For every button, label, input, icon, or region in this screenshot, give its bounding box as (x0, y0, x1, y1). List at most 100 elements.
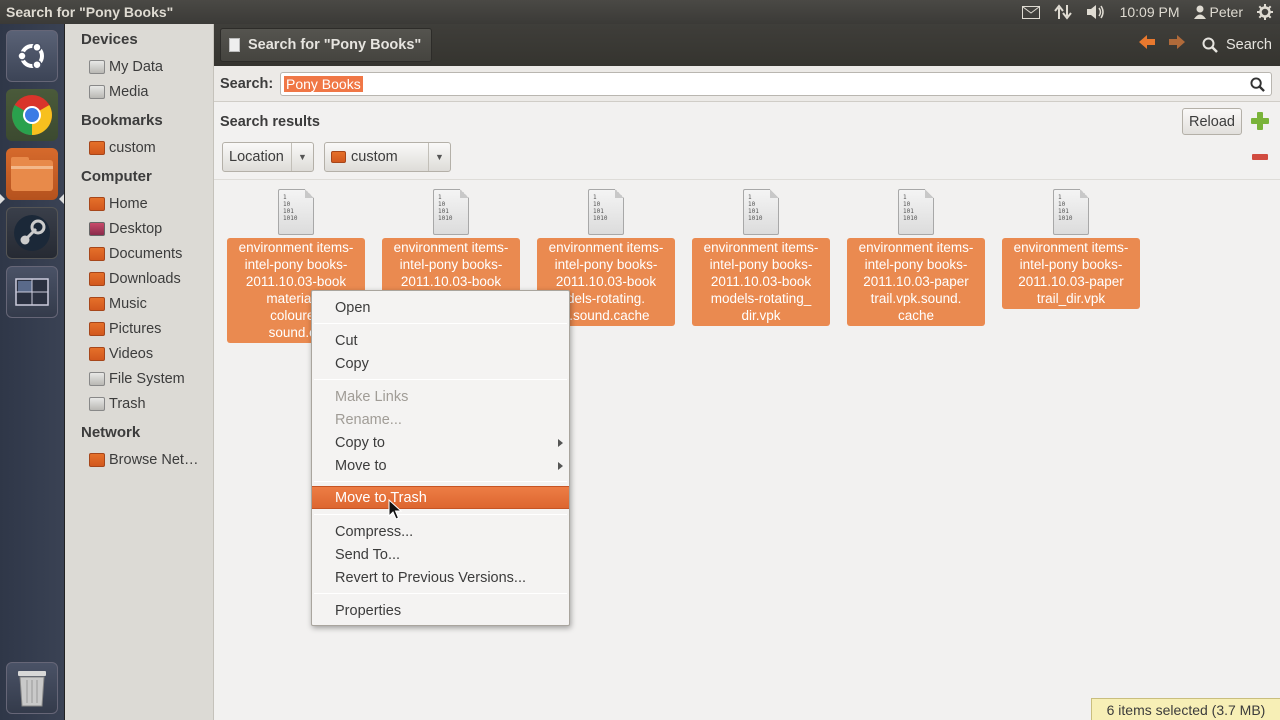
menu-item-revert[interactable]: Revert to Previous Versions... (312, 566, 569, 589)
menu-item-open[interactable]: Open (312, 296, 569, 319)
search-icon (1202, 37, 1218, 53)
location-value: custom (351, 149, 398, 165)
menu-separator (314, 379, 567, 380)
menu-item-properties[interactable]: Properties (312, 599, 569, 622)
mail-icon[interactable] (1015, 0, 1047, 24)
drive-icon (89, 60, 105, 74)
menu-separator (314, 514, 567, 515)
menu-item-cut[interactable]: Cut (312, 329, 569, 352)
sidebar-item-label: Desktop (109, 221, 163, 237)
menu-item-copy-to[interactable]: Copy to (312, 431, 569, 454)
search-results-title: Search results (220, 114, 320, 130)
menu-separator (314, 323, 567, 324)
search-label: Search: (220, 76, 274, 92)
mouse-pointer-icon (388, 499, 402, 520)
sidebar-item-file-system[interactable]: File System (89, 368, 213, 390)
music-folder-icon (89, 297, 105, 311)
menu-item-move-to[interactable]: Move to (312, 454, 569, 477)
sidebar-item-label: Music (109, 296, 147, 312)
menu-item-make-links: Make Links (335, 388, 409, 405)
sidebar-item-custom[interactable]: custom (89, 137, 213, 159)
workspace-switcher-icon[interactable] (6, 266, 58, 318)
back-arrow-icon[interactable] (1138, 34, 1156, 54)
file-item[interactable]: 1 10 101 1010 environment items-intel-pony … (691, 189, 831, 326)
trash-launcher-icon[interactable] (6, 662, 58, 714)
documents-folder-icon (89, 247, 105, 261)
clock[interactable]: 10:09 PM (1113, 0, 1187, 24)
sidebar-item-documents[interactable]: Documents (89, 243, 213, 265)
menu-item-compress[interactable]: Compress... (312, 520, 569, 543)
desktop-icon (89, 222, 105, 236)
sidebar-item-label: Downloads (109, 271, 181, 287)
menu-item-label: Move to (335, 457, 387, 474)
sidebar-item-label: My Data (109, 59, 163, 75)
binary-file-icon: 1 10 101 1010 (278, 189, 314, 235)
sidebar-item-label: File System (109, 371, 185, 387)
network-folder-icon (89, 453, 105, 467)
sidebar-item-my-data[interactable]: My Data (89, 56, 213, 78)
network-icon[interactable] (1047, 0, 1079, 24)
path-button-label: Search for "Pony Books" (248, 37, 422, 53)
sidebar-item-home[interactable]: Home (89, 193, 213, 215)
sidebar-item-label: Pictures (109, 321, 162, 337)
chrome-launcher-icon[interactable] (6, 89, 58, 141)
steam-launcher-icon[interactable] (6, 207, 58, 259)
menu-separator (314, 593, 567, 594)
menu-separator (314, 481, 567, 482)
sidebar-item-trash[interactable]: Trash (89, 393, 213, 415)
file-item[interactable]: 1 10 101 1010 environment items-intel-pony … (846, 189, 986, 326)
session-gear-icon[interactable] (1250, 0, 1280, 24)
menu-item-label: Copy to (335, 434, 385, 451)
context-menu: Open Cut Copy Make Links Rename... Copy … (311, 290, 570, 626)
add-criterion-icon[interactable] (1251, 112, 1269, 130)
files-launcher-icon[interactable] (6, 148, 58, 200)
folder-icon (331, 151, 346, 163)
sidebar-item-label: Browse Net… (109, 452, 199, 468)
menu-item-copy[interactable]: Copy (312, 352, 569, 375)
toolbar-search-button[interactable]: Search (1196, 28, 1280, 62)
binary-file-icon: 1 10 101 1010 (433, 189, 469, 235)
path-bar-button[interactable]: Search for "Pony Books" (220, 28, 433, 62)
sidebar-item-media[interactable]: Media (89, 81, 213, 103)
sidebar-item-desktop[interactable]: Desktop (89, 218, 213, 240)
focused-indicator (59, 194, 64, 204)
folder-icon (89, 141, 105, 155)
submenu-arrow-icon (558, 439, 563, 447)
document-icon (229, 38, 240, 52)
file-item[interactable]: 1 10 101 1010 environment items-intel-pony … (1001, 189, 1141, 309)
menu-item-send-to[interactable]: Send To... (312, 543, 569, 566)
dash-home-button[interactable] (6, 30, 58, 82)
user-menu[interactable]: Peter (1187, 0, 1250, 24)
toolbar: Search for "Pony Books" Search (214, 24, 1280, 66)
videos-folder-icon (89, 347, 105, 361)
sidebar-item-pictures[interactable]: Pictures (89, 318, 213, 340)
file-name: environment items-intel-pony books- 2011.… (692, 238, 830, 326)
search-icon[interactable] (1250, 77, 1265, 95)
toolbar-search-label: Search (1226, 37, 1272, 53)
sidebar-item-downloads[interactable]: Downloads (89, 268, 213, 290)
search-input[interactable]: Pony Books (280, 72, 1272, 96)
downloads-folder-icon (89, 272, 105, 286)
volume-icon[interactable] (1079, 0, 1113, 24)
trash-icon (89, 397, 105, 411)
binary-file-icon: 1 10 101 1010 (588, 189, 624, 235)
forward-arrow-icon[interactable] (1168, 34, 1186, 54)
file-name: environment items-intel-pony books- 2011.… (847, 238, 985, 326)
remove-criterion-icon[interactable] (1252, 154, 1268, 160)
sidebar-item-browse-network[interactable]: Browse Net… (89, 449, 213, 471)
filesystem-icon (89, 372, 105, 386)
computer-heading: Computer (81, 168, 152, 185)
active-indicator (0, 194, 5, 204)
chevron-down-icon: ▼ (428, 143, 450, 171)
ubuntu-logo-icon (17, 42, 44, 70)
criterion-type-dropdown[interactable]: Location ▼ (222, 142, 314, 172)
sidebar-item-videos[interactable]: Videos (89, 343, 213, 365)
chevron-down-icon: ▼ (291, 143, 313, 171)
sidebar-item-label: Documents (109, 246, 183, 262)
search-results-bar: Search results Reload Location ▼ custom … (214, 102, 1280, 180)
sidebar-item-music[interactable]: Music (89, 293, 213, 315)
menu-item-move-to-trash[interactable]: Move to Trash (312, 486, 569, 509)
location-dropdown[interactable]: custom ▼ (324, 142, 451, 172)
home-folder-icon (89, 197, 105, 211)
reload-button[interactable]: Reload (1182, 108, 1242, 135)
